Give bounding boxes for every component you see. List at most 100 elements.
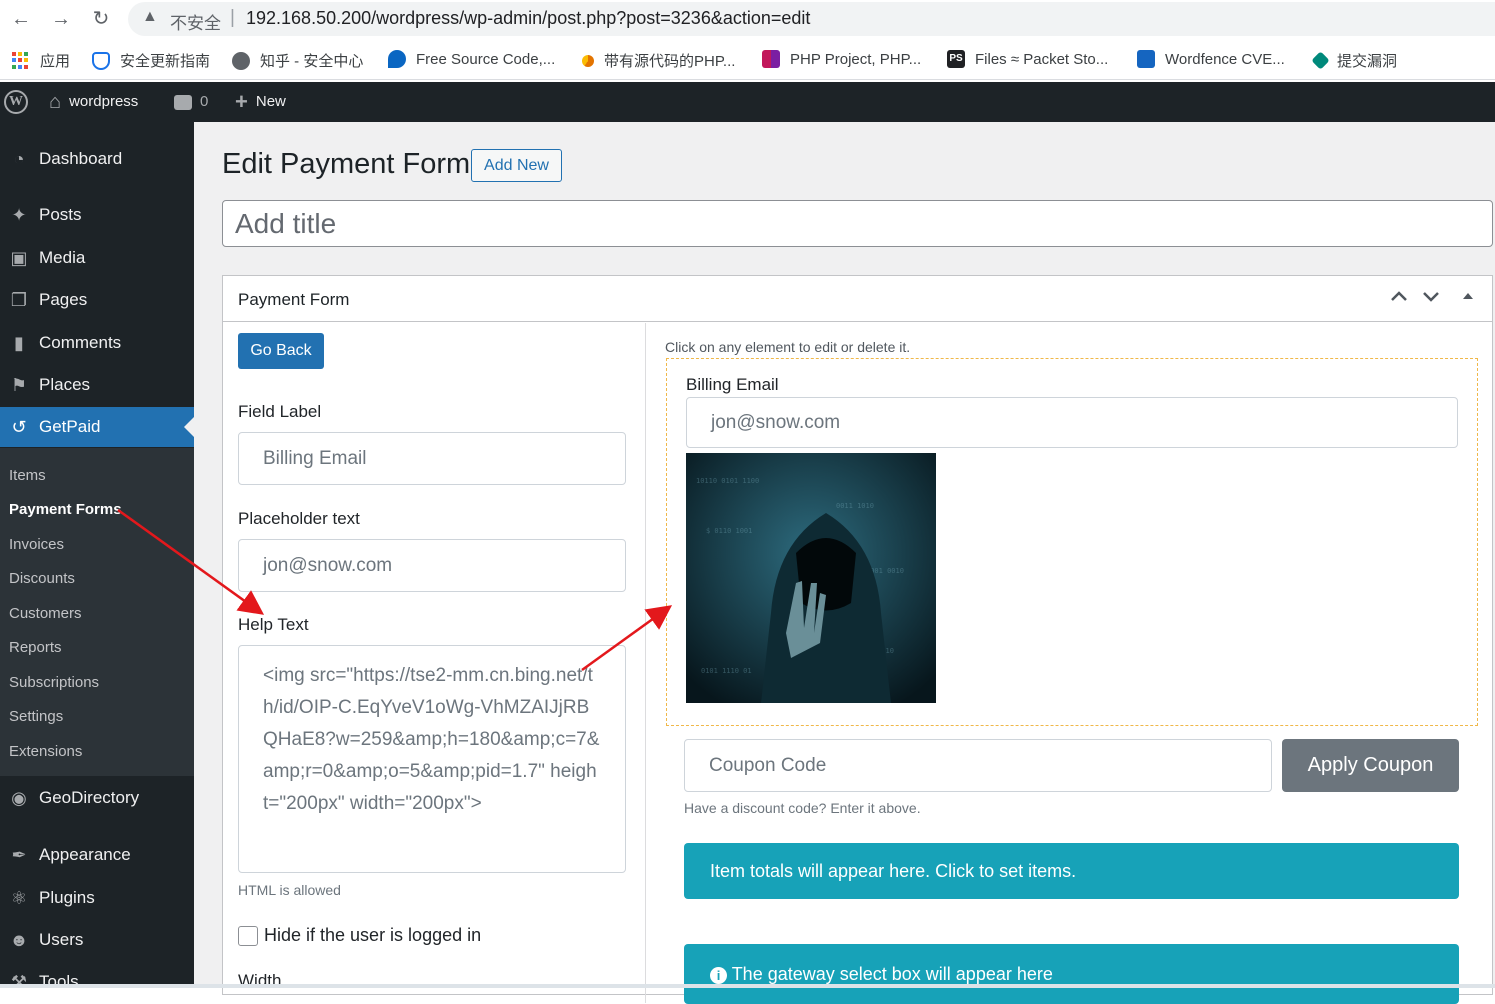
wordpress-logo-icon[interactable]: W bbox=[4, 82, 28, 122]
bookmark-security-guide[interactable]: 安全更新指南 bbox=[92, 50, 210, 71]
bookmark-label: 提交漏洞 bbox=[1337, 53, 1398, 70]
main-content: Edit Payment Form Add New Add title Paym… bbox=[194, 122, 1495, 1004]
bookmark-php-project[interactable]: PHP Project, PHP... bbox=[762, 50, 921, 68]
new-label: New bbox=[255, 93, 286, 110]
bookmark-label: 带有源代码的PHP... bbox=[604, 53, 736, 70]
sidebar-item-tools[interactable]: ⚒ Tools bbox=[0, 962, 194, 1002]
info-icon: i bbox=[710, 966, 727, 984]
sidebar-item-label: GetPaid bbox=[39, 417, 101, 436]
address-bar[interactable]: ▲ 不安全 | 192.168.50.200/wordpress/wp-admi… bbox=[128, 2, 1495, 36]
submenu-discounts[interactable]: Discounts bbox=[9, 570, 75, 587]
submenu-payment-forms[interactable]: Payment Forms bbox=[9, 501, 122, 518]
submenu-items[interactable]: Items bbox=[9, 467, 46, 484]
bookmark-label: Files ≈ Packet Sto... bbox=[975, 50, 1109, 68]
sidebar-item-label: Places bbox=[39, 375, 91, 394]
pages-icon: ❐ bbox=[10, 289, 28, 310]
comments-link[interactable]: 0 bbox=[174, 82, 208, 122]
bookmark-packet-storm[interactable]: PS Files ≈ Packet Sto... bbox=[947, 50, 1108, 68]
bookmark-submit-vuln[interactable]: 提交漏洞 bbox=[1311, 50, 1398, 71]
collapse-toggle-icon[interactable] bbox=[1461, 286, 1475, 311]
hide-logged-in-label: Hide if the user is logged in bbox=[264, 925, 482, 945]
bookmark-label: PHP Project, PHP... bbox=[790, 50, 922, 68]
back-icon[interactable]: ← bbox=[6, 4, 36, 34]
drop-icon bbox=[388, 50, 406, 68]
add-new-button[interactable]: Add New bbox=[471, 149, 562, 182]
html-allowed-hint: HTML is allowed bbox=[238, 882, 341, 898]
sidebar-item-label: GeoDirectory bbox=[39, 788, 140, 807]
comment-bubble-icon bbox=[174, 94, 192, 110]
bookmarks-bar: 应用 安全更新指南 知乎 - 安全中心 Free Source Code,...… bbox=[0, 40, 1495, 80]
go-back-button[interactable]: Go Back bbox=[238, 333, 324, 369]
sidebar-item-label: Appearance bbox=[39, 845, 131, 864]
sidebar-item-label: Tools bbox=[39, 972, 79, 991]
move-down-icon[interactable] bbox=[1421, 286, 1441, 311]
horizontal-scrollbar[interactable] bbox=[0, 984, 1495, 988]
field-label-input[interactable]: Billing Email bbox=[238, 432, 626, 485]
svg-text:10110 0101 1100: 10110 0101 1100 bbox=[696, 477, 759, 485]
pin-icon: ✦ bbox=[11, 204, 27, 225]
packetstorm-icon: PS bbox=[947, 50, 965, 68]
placeholder-input[interactable]: jon@snow.com bbox=[238, 539, 626, 592]
submenu-customers[interactable]: Customers bbox=[9, 605, 82, 622]
bookmark-apps[interactable]: 应用 bbox=[12, 50, 70, 71]
bookmark-free-source-code[interactable]: Free Source Code,... bbox=[388, 50, 555, 68]
submenu-invoices[interactable]: Invoices bbox=[9, 536, 64, 553]
sidebar-item-appearance[interactable]: ✒ Appearance bbox=[0, 835, 194, 875]
bookmark-php-source[interactable]: 带有源代码的PHP... bbox=[582, 50, 735, 71]
sidebar-item-label: Comments bbox=[39, 333, 122, 352]
sidebar-item-comments[interactable]: ▮ Comments bbox=[0, 323, 194, 363]
item-totals-text: Item totals will appear here. Click to s… bbox=[710, 861, 1077, 881]
hide-logged-in-checkbox[interactable] bbox=[238, 925, 258, 946]
warning-icon: ▲ bbox=[142, 8, 158, 25]
sidebar-item-users[interactable]: ☻ Users bbox=[0, 920, 194, 960]
bookmark-wordfence[interactable]: Wordfence CVE... bbox=[1137, 50, 1285, 68]
svg-text:$ 0110 1001: $ 0110 1001 bbox=[706, 527, 752, 535]
submenu-subscriptions[interactable]: Subscriptions bbox=[9, 674, 99, 691]
site-name-link[interactable]: ⌂ wordpress bbox=[49, 82, 138, 122]
url-text[interactable]: 192.168.50.200/wordpress/wp-admin/post.p… bbox=[246, 8, 810, 29]
hide-logged-in-option[interactable]: Hide if the user is logged in bbox=[238, 925, 481, 946]
plus-icon: + bbox=[235, 89, 248, 114]
bookmark-label: Wordfence CVE... bbox=[1165, 50, 1285, 68]
sidebar-item-label: Media bbox=[39, 248, 86, 267]
reload-icon[interactable]: ↻ bbox=[86, 4, 116, 34]
new-content-link[interactable]: + New bbox=[235, 82, 286, 122]
sidebar-item-plugins[interactable]: ⚛ Plugins bbox=[0, 878, 194, 918]
bookmark-zhihu[interactable]: 知乎 - 安全中心 bbox=[232, 50, 363, 71]
title-input[interactable]: Add title bbox=[222, 200, 1493, 247]
billing-email-element[interactable]: Billing Email jon@snow.com 10110 0101 11… bbox=[666, 358, 1478, 726]
sidebar-item-places[interactable]: ⚑ Places bbox=[0, 365, 194, 405]
wordpress-icon: ◉ bbox=[11, 787, 27, 808]
globe-icon bbox=[232, 51, 250, 70]
submenu-extensions[interactable]: Extensions bbox=[9, 743, 82, 760]
admin-sidebar: ◔ Dashboard ✦ Posts ▣ Media ❐ Pages ▮ Co… bbox=[0, 122, 194, 992]
sidebar-item-media[interactable]: ▣ Media bbox=[0, 238, 194, 278]
sidebar-item-dashboard[interactable]: ◔ Dashboard bbox=[0, 139, 194, 179]
plug-icon: ⚛ bbox=[10, 887, 28, 908]
dashboard-icon: ◔ bbox=[13, 148, 25, 169]
forward-icon[interactable]: → bbox=[46, 4, 76, 34]
site-name: wordpress bbox=[69, 93, 139, 110]
page-title: Edit Payment Form bbox=[222, 148, 471, 180]
help-text-textarea[interactable]: <img src="https://tse2-mm.cn.bing.net/th… bbox=[238, 645, 626, 873]
preview-email-input[interactable]: jon@snow.com bbox=[686, 397, 1458, 448]
sidebar-item-pages[interactable]: ❐ Pages bbox=[0, 280, 194, 320]
apply-coupon-button[interactable]: Apply Coupon bbox=[1282, 739, 1459, 792]
postbox-header: Payment Form bbox=[223, 276, 1492, 322]
sidebar-item-posts[interactable]: ✦ Posts bbox=[0, 195, 194, 235]
item-totals-placeholder[interactable]: Item totals will appear here. Click to s… bbox=[684, 843, 1459, 899]
wp-admin-bar: W ⌂ wordpress 0 + New bbox=[0, 82, 1495, 122]
sidebar-item-getpaid[interactable]: ↺ GetPaid bbox=[0, 407, 194, 447]
address-separator: | bbox=[230, 7, 235, 28]
apps-grid-icon bbox=[12, 51, 30, 70]
move-up-icon[interactable] bbox=[1389, 286, 1409, 311]
user-icon: ☻ bbox=[9, 929, 29, 950]
submenu-settings[interactable]: Settings bbox=[9, 708, 63, 725]
getpaid-icon: ↺ bbox=[11, 416, 27, 437]
coupon-code-input[interactable]: Coupon Code bbox=[684, 739, 1272, 792]
sidebar-item-geodirectory[interactable]: ◉ GeoDirectory bbox=[0, 778, 194, 818]
preview-hint: Click on any element to edit or delete i… bbox=[665, 339, 911, 355]
current-menu-arrow bbox=[184, 417, 194, 437]
gateway-placeholder[interactable]: i The gateway select box will appear her… bbox=[684, 944, 1459, 1004]
submenu-reports[interactable]: Reports bbox=[9, 639, 62, 656]
